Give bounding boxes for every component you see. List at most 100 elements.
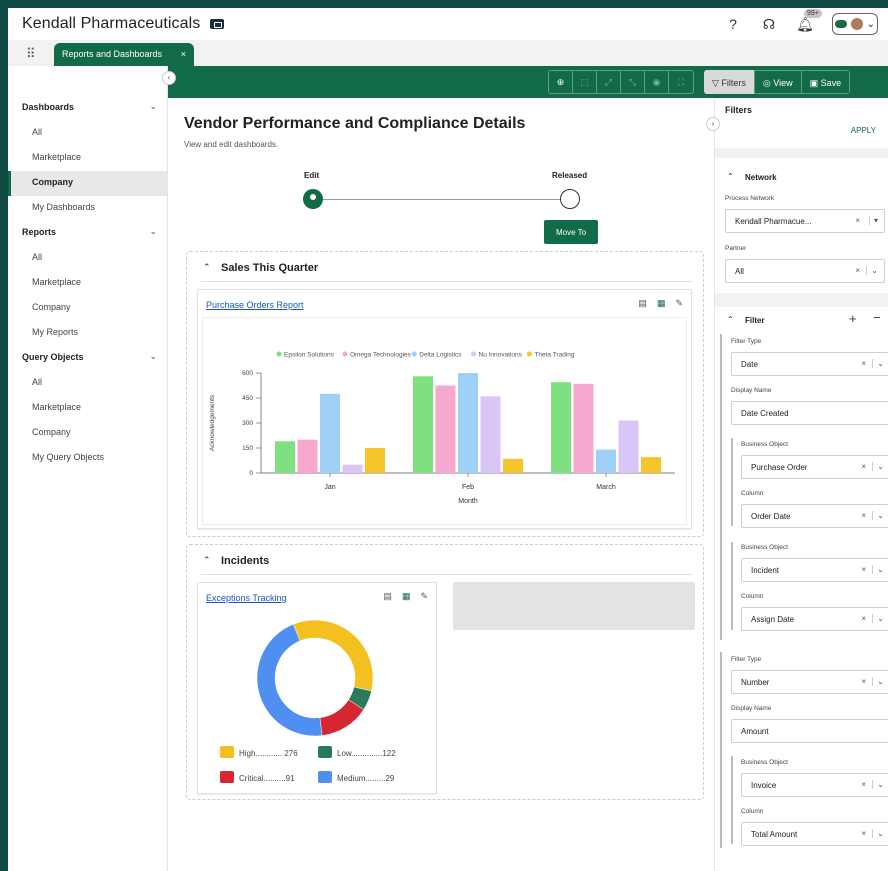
clear-icon[interactable]: ×	[861, 511, 866, 520]
chevron-down-icon[interactable]: ⌄	[872, 677, 884, 686]
y-tick-label: 600	[242, 370, 253, 377]
clear-icon[interactable]: ×	[861, 359, 866, 368]
column-select[interactable]: Assign Date × ⌄	[741, 607, 888, 631]
remove-filter-icon[interactable]: −	[873, 310, 881, 325]
sidebar-item-query-all[interactable]: All	[8, 371, 167, 396]
display-name-label: Display Name	[731, 387, 772, 394]
toggle-filters-panel-icon[interactable]: ›	[706, 117, 720, 131]
sidebar-item-reports-company[interactable]: Company	[8, 296, 167, 321]
add-filter-icon[interactable]: +	[849, 311, 857, 326]
sidebar-item-my-dashboards[interactable]: My Dashboards	[8, 196, 167, 221]
clear-icon[interactable]: ×	[861, 780, 866, 789]
clear-icon[interactable]: ×	[861, 829, 866, 838]
collapse-icon[interactable]: ⤡	[621, 71, 645, 93]
app-launcher-icon[interactable]: ⠿	[26, 46, 36, 62]
view-button[interactable]: ◎ View	[753, 70, 802, 94]
business-object-select[interactable]: Invoice × ⌄	[741, 773, 888, 797]
sidebar-item-my-query-objects[interactable]: My Query Objects	[8, 446, 167, 471]
chevron-down-icon[interactable]: ⌄	[866, 266, 878, 275]
chevron-up-icon[interactable]: ⌄	[149, 226, 157, 237]
business-object-select[interactable]: Purchase Order × ⌄	[741, 455, 888, 479]
edit-icon[interactable]: ✎	[420, 591, 428, 602]
collapse-panel-icon[interactable]: ⌃	[203, 555, 211, 566]
step-edit-marker[interactable]	[303, 189, 323, 209]
sidebar-item-dashboards-all[interactable]: All	[8, 121, 167, 146]
chevron-down-icon[interactable]: ⌄	[872, 614, 884, 623]
purchase-orders-report-link[interactable]: Purchase Orders Report	[206, 300, 304, 310]
display-name-input[interactable]: Date Created	[731, 401, 888, 425]
expand-icon[interactable]: ⤢	[597, 71, 621, 93]
help-icon[interactable]: ?	[724, 16, 742, 32]
resize-icon[interactable]: ⬚	[573, 71, 597, 93]
apply-button[interactable]: APPLY	[851, 126, 876, 135]
chevron-down-icon[interactable]: ⌄	[872, 511, 884, 520]
chevron-up-icon[interactable]: ⌄	[149, 351, 157, 362]
filters-button[interactable]: ▽ Filters	[704, 70, 755, 94]
legend-marker	[526, 351, 532, 357]
sidebar-item-reports-marketplace[interactable]: Marketplace	[8, 271, 167, 296]
switch-app-icon[interactable]	[210, 19, 225, 29]
save-label: Save	[820, 78, 842, 88]
x-tick-label: Feb	[462, 484, 474, 491]
collapse-panel-icon[interactable]: ⌃	[203, 262, 211, 273]
chevron-down-icon[interactable]: ⌄	[872, 359, 884, 368]
collapse-sidebar-icon[interactable]: ‹	[162, 71, 176, 85]
sidebar-item-query-company[interactable]: Company	[8, 421, 167, 446]
sidebar-item-dashboards-marketplace[interactable]: Marketplace	[8, 146, 167, 171]
clear-icon[interactable]: ×	[855, 216, 860, 225]
clear-icon[interactable]: ×	[861, 565, 866, 574]
chevron-down-icon[interactable]: ⌄	[872, 565, 884, 574]
chevron-down-icon[interactable]: ⌄	[872, 462, 884, 471]
business-object-select[interactable]: Incident × ⌄	[741, 558, 888, 582]
move-to-button[interactable]: Move To	[544, 220, 598, 244]
filter-type-select[interactable]: Date × ⌄	[731, 352, 888, 376]
exceptions-tracking-link[interactable]: Exceptions Tracking	[206, 593, 287, 603]
empty-widget-placeholder[interactable]	[453, 582, 695, 630]
close-tab-icon[interactable]: ×	[181, 49, 186, 59]
process-network-select[interactable]: Kendall Pharmacue... × ▾	[725, 209, 885, 233]
bar-feb-5	[503, 458, 523, 473]
sidebar-section-query-objects[interactable]: Query Objects ⌄	[8, 346, 167, 371]
grid-view-icon[interactable]: ▦	[402, 591, 411, 602]
sidebar-item-reports-all[interactable]: All	[8, 246, 167, 271]
donut-chart: High............ 276 Low..............122…	[220, 619, 396, 783]
sidebar-item-my-reports[interactable]: My Reports	[8, 321, 167, 346]
filter-type-select[interactable]: Number × ⌄	[731, 670, 888, 694]
display-name-input[interactable]: Amount	[731, 719, 888, 743]
sidebar-item-query-marketplace[interactable]: Marketplace	[8, 396, 167, 421]
account-menu[interactable]: ⌄	[832, 13, 878, 35]
column-select[interactable]: Order Date × ⌄	[741, 504, 888, 528]
chevron-up-icon[interactable]: ⌃	[727, 172, 734, 181]
fullscreen-icon[interactable]: ⛶	[669, 71, 693, 93]
bar-march-1	[551, 382, 571, 473]
add-widget-icon[interactable]: ⊕	[549, 71, 573, 93]
preview-icon[interactable]: ◉	[645, 71, 669, 93]
chevron-up-icon[interactable]: ⌄	[149, 101, 157, 112]
clear-icon[interactable]: ×	[861, 462, 866, 471]
chevron-down-icon[interactable]: ⌄	[872, 780, 884, 789]
support-icon[interactable]: ☊	[760, 16, 778, 33]
tab-reports-and-dashboards[interactable]: Reports and Dashboards ×	[54, 43, 194, 66]
step-edit-label: Edit	[304, 171, 320, 180]
partner-select[interactable]: All × ⌄	[725, 259, 885, 283]
bar-feb-3	[458, 373, 478, 473]
notification-bell-icon[interactable]: 🔔︎ 99+	[796, 8, 822, 33]
column-select[interactable]: Total Amount × ⌄	[741, 822, 888, 846]
sidebar-item-dashboards-company[interactable]: Company	[8, 171, 167, 196]
sidebar: Dashboards ⌄ All Marketplace Company My D…	[8, 66, 168, 871]
clear-icon[interactable]: ×	[861, 614, 866, 623]
chevron-up-icon[interactable]: ⌃	[727, 315, 734, 324]
step-released-marker[interactable]	[560, 189, 580, 209]
save-button[interactable]: ▣ Save	[800, 70, 851, 94]
divider	[201, 281, 693, 282]
dropdown-arrow-icon[interactable]: ▾	[868, 216, 878, 225]
table-view-icon[interactable]: ▤	[638, 298, 647, 309]
sidebar-section-dashboards[interactable]: Dashboards ⌄	[8, 96, 167, 121]
edit-icon[interactable]: ✎	[675, 298, 683, 309]
sidebar-section-reports[interactable]: Reports ⌄	[8, 221, 167, 246]
chevron-down-icon[interactable]: ⌄	[872, 829, 884, 838]
clear-icon[interactable]: ×	[855, 266, 860, 275]
table-view-icon[interactable]: ▤	[383, 591, 392, 602]
clear-icon[interactable]: ×	[861, 677, 866, 686]
grid-view-icon[interactable]: ▦	[657, 298, 666, 309]
